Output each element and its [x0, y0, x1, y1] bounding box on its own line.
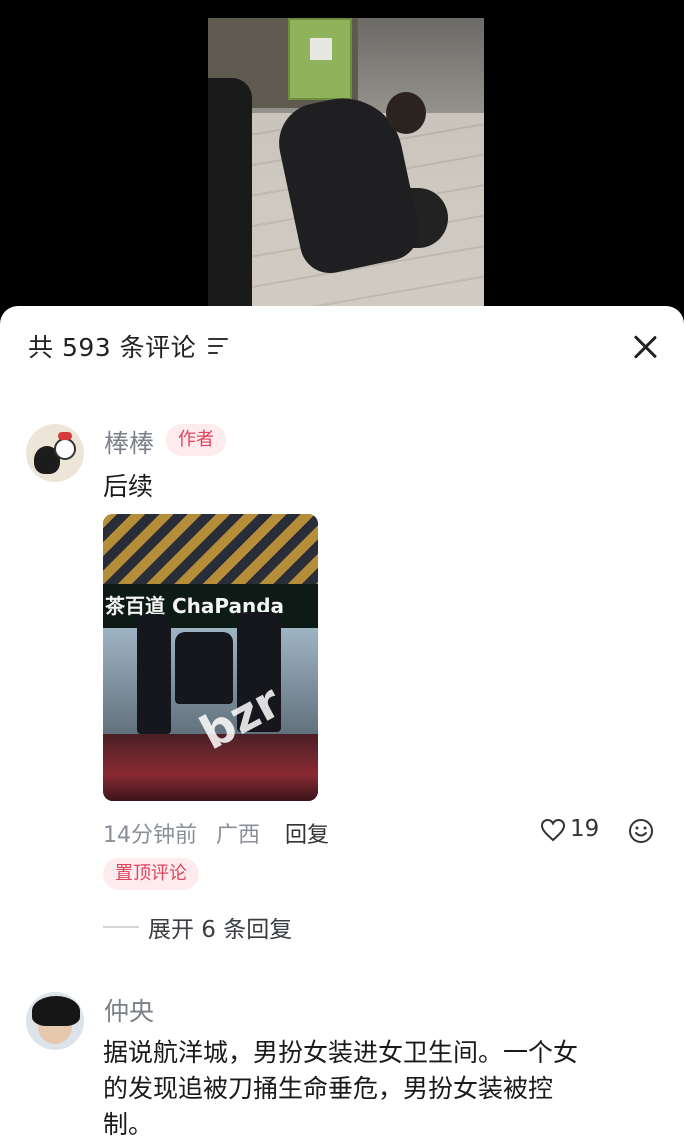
- comment-time: 14分钟前: [103, 823, 197, 848]
- comments-header: 共 593 条评论: [0, 306, 684, 386]
- avatar[interactable]: [26, 992, 84, 1050]
- video-foreground-figure: [208, 78, 252, 318]
- like-count: 19: [570, 816, 600, 842]
- pinned-comment-badge: 置顶评论: [103, 858, 199, 890]
- comment-text-line: 的发现追被刀捅生命垂危，男扮女装被控: [103, 1074, 554, 1103]
- reply-button[interactable]: 回复: [285, 817, 329, 849]
- avatar[interactable]: [26, 424, 84, 482]
- expand-replies-button[interactable]: 展开 6 条回复: [148, 910, 292, 944]
- sort-lines-icon[interactable]: [208, 338, 228, 356]
- comment-text-line: 制。: [103, 1110, 154, 1139]
- comment-username[interactable]: 仲央: [104, 992, 154, 1028]
- comment-image[interactable]: 茶百道 ChaPanda bzr: [103, 514, 318, 801]
- comment-text: 后续: [103, 472, 154, 501]
- heart-icon[interactable]: [540, 818, 566, 842]
- author-badge: 作者: [166, 424, 226, 456]
- emoji-smile-icon[interactable]: [628, 818, 654, 844]
- comment-text-line: 据说航洋城，男扮女装进女卫生间。一个女: [103, 1038, 579, 1067]
- expand-divider: [103, 926, 139, 928]
- close-icon[interactable]: [628, 330, 662, 364]
- comments-sheet: 共 593 条评论 棒棒 作者 后续 茶百道 ChaPanda bzr 14分钟…: [0, 306, 684, 1148]
- video-frame: [208, 18, 484, 318]
- video-kiosk: [288, 18, 352, 100]
- video-head: [386, 92, 426, 134]
- comment-location: 广西: [216, 823, 261, 848]
- comments-count-title: 共 593 条评论: [28, 333, 197, 362]
- comment-username[interactable]: 棒棒: [104, 424, 154, 460]
- video-player[interactable]: [0, 0, 684, 330]
